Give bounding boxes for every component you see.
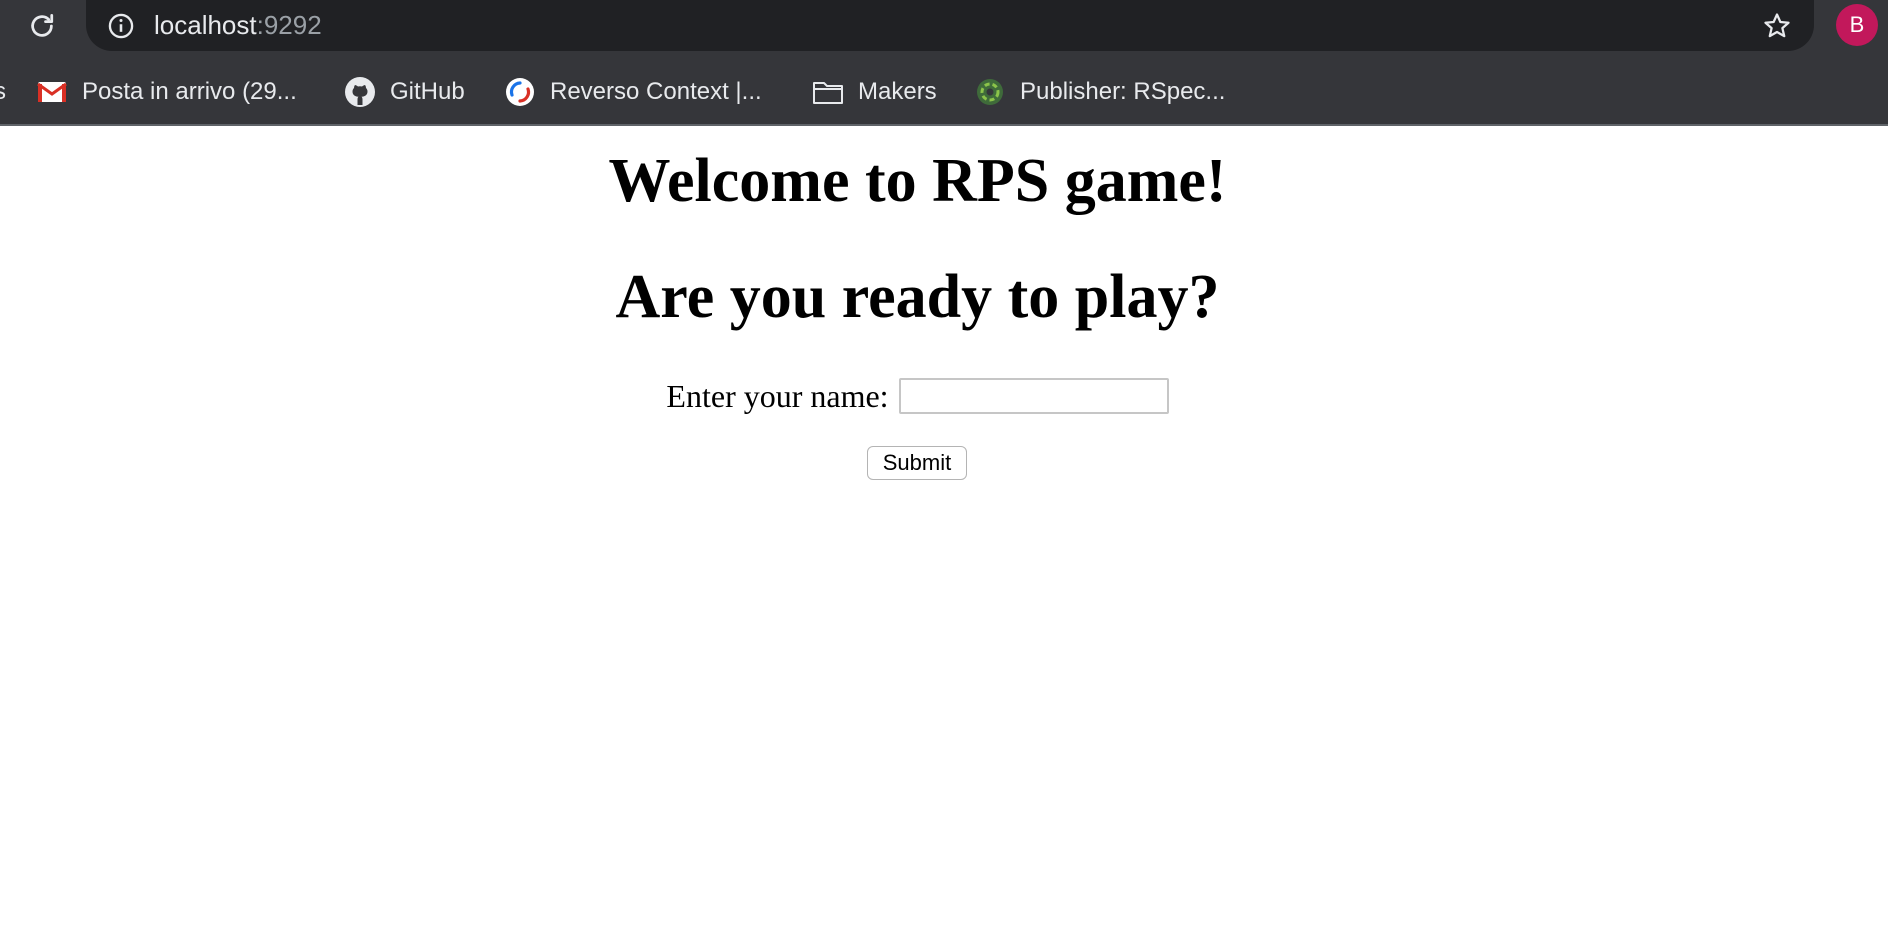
gmail-icon [36,76,68,108]
info-icon[interactable] [106,11,136,41]
reverso-icon [504,76,536,108]
bookmark-publisher[interactable]: Publisher: RSpec... [974,70,1225,114]
bookmark-label: Publisher: RSpec... [1020,78,1226,105]
page-title: Welcome to RPS game! [608,147,1227,215]
name-label: Enter your name: [666,377,889,414]
github-icon [344,76,376,108]
submit-button[interactable]: Submit [867,446,967,480]
page-subtitle: Are you ready to play? [615,263,1220,331]
bookmark-label: Makers [858,78,937,105]
url-text[interactable]: localhost:9292 [154,8,322,42]
reload-icon[interactable] [22,6,62,46]
bookmark-label: Posta in arrivo (29... [82,78,297,105]
bookmark-clipped[interactable]: s [0,70,8,114]
bookmark-reverso[interactable]: Reverso Context |... [504,70,762,114]
browser-chrome: localhost:9292 B s Posta in arrivo (29..… [0,0,1888,125]
bookmark-github[interactable]: GitHub [344,70,465,114]
bookmark-label: GitHub [390,78,465,105]
page-content: Welcome to RPS game! Are you ready to pl… [0,126,1888,942]
bookmark-label: Reverso Context |... [550,78,762,105]
profile-avatar[interactable]: B [1836,4,1878,46]
url-host: localhost [154,10,257,40]
publisher-icon [974,76,1006,108]
browser-toolbar: localhost:9292 B [0,0,1888,51]
name-row: Enter your name: [0,376,1835,416]
bookmark-makers[interactable]: Makers [812,70,937,114]
bookmark-star-icon[interactable] [1760,9,1794,43]
url-port: :9292 [256,10,322,40]
name-input[interactable] [898,378,1169,414]
bookmarks-bar: s Posta in arrivo (29... GitHub Reverso … [0,70,1888,114]
bookmark-gmail[interactable]: Posta in arrivo (29... [36,70,297,114]
address-bar[interactable]: localhost:9292 [86,0,1814,51]
folder-icon [812,76,844,108]
